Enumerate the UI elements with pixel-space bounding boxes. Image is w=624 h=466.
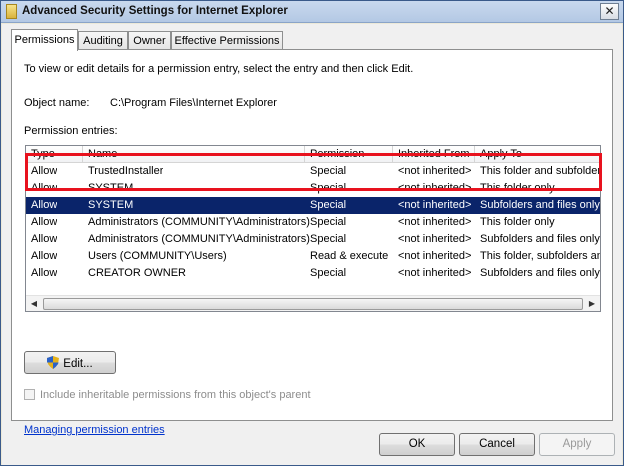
cell-inherited-from: <not inherited> (398, 233, 472, 245)
window-title: Advanced Security Settings for Internet … (22, 5, 288, 17)
cell-name: Users (COMMUNITY\Users) (88, 250, 227, 262)
dialog-window: Advanced Security Settings for Internet … (0, 0, 624, 466)
cell-apply-to: Subfolders and files only (480, 199, 600, 211)
close-button[interactable]: ✕ (600, 3, 619, 20)
column-header-inherited-from[interactable]: Inherited From (393, 146, 475, 163)
tab-owner[interactable]: Owner (128, 31, 171, 50)
cell-permission: Special (310, 233, 347, 245)
cell-apply-to: Subfolders and files only (480, 267, 600, 279)
cell-apply-to: This folder, subfolders and (480, 250, 601, 262)
column-header-name[interactable]: Name (83, 146, 305, 163)
list-header: Type Name Permission Inherited From Appl… (26, 146, 600, 163)
column-header-apply-to[interactable]: Apply To (475, 146, 600, 163)
cell-name: TrustedInstaller (88, 165, 164, 177)
inherit-permissions-label: Include inheritable permissions from thi… (40, 389, 311, 401)
table-row[interactable]: Allow CREATOR OWNER Special <not inherit… (26, 265, 600, 282)
cell-type: Allow (31, 233, 58, 245)
cell-type: Allow (31, 165, 58, 177)
cell-inherited-from: <not inherited> (398, 182, 472, 194)
permissions-panel: To view or edit details for a permission… (11, 49, 613, 436)
title-bar: Advanced Security Settings for Internet … (1, 1, 623, 23)
cell-apply-to: Subfolders and files only (480, 233, 600, 245)
scrollbar-thumb[interactable] (43, 298, 583, 310)
cell-permission: Special (310, 267, 347, 279)
scroll-right-arrow-icon[interactable]: ▶ (584, 296, 600, 311)
cell-name: SYSTEM (88, 199, 134, 211)
cancel-button[interactable]: Cancel (459, 433, 535, 456)
cell-permission: Special (310, 199, 347, 211)
object-name-value: C:\Program Files\Internet Explorer (110, 97, 277, 109)
cell-name: Administrators (COMMUNITY\Administrators… (88, 233, 310, 245)
tab-auditing[interactable]: Auditing (78, 31, 128, 50)
apply-button[interactable]: Apply (539, 433, 615, 456)
table-row[interactable]: Allow Users (COMMUNITY\Users) Read & exe… (26, 248, 601, 265)
table-row[interactable]: Allow Administrators (COMMUNITY\Administ… (26, 231, 600, 248)
inherit-permissions-checkbox[interactable] (24, 389, 35, 400)
cell-type: Allow (31, 216, 58, 228)
edit-button-label: Edit... (63, 358, 93, 370)
cell-apply-to: This folder only (480, 182, 555, 194)
cell-name: CREATOR OWNER (88, 267, 186, 279)
edit-button[interactable]: Edit... (24, 351, 116, 374)
tab-effective-permissions[interactable]: Effective Permissions (171, 31, 283, 50)
table-row-selected[interactable]: Allow SYSTEM Special <not inherited> Sub… (26, 197, 600, 214)
cell-name: SYSTEM (88, 182, 134, 194)
cell-apply-to: This folder only (480, 216, 555, 228)
dialog-client: Permissions Auditing Owner Effective Per… (2, 24, 622, 465)
cell-type: Allow (31, 199, 58, 211)
cell-type: Allow (31, 267, 58, 279)
permission-entries-list[interactable]: Type Name Permission Inherited From Appl… (25, 145, 601, 312)
table-row[interactable]: Allow Administrators (COMMUNITY\Administ… (26, 214, 600, 231)
cell-name: Administrators (COMMUNITY\Administrators… (88, 216, 310, 228)
horizontal-scrollbar[interactable]: ◀ ▶ (26, 295, 600, 311)
cell-inherited-from: <not inherited> (398, 165, 472, 177)
cell-inherited-from: <not inherited> (398, 250, 472, 262)
cell-inherited-from: <not inherited> (398, 267, 472, 279)
cell-apply-to: This folder and subfolders (480, 165, 601, 177)
uac-shield-icon (47, 356, 60, 369)
instruction-text: To view or edit details for a permission… (24, 63, 414, 75)
inherit-permissions-checkbox-row: Include inheritable permissions from thi… (24, 389, 311, 401)
cell-inherited-from: <not inherited> (398, 216, 472, 228)
cell-permission: Special (310, 165, 347, 177)
table-row[interactable]: Allow SYSTEM Special <not inherited> Thi… (26, 180, 600, 197)
managing-permission-entries-link[interactable]: Managing permission entries (24, 424, 165, 436)
scroll-left-arrow-icon[interactable]: ◀ (26, 296, 42, 311)
tab-permissions[interactable]: Permissions (11, 29, 78, 51)
ok-button[interactable]: OK (379, 433, 455, 456)
object-name-label: Object name: (24, 97, 90, 109)
cell-type: Allow (31, 250, 58, 262)
column-header-type[interactable]: Type (26, 146, 83, 163)
cell-permission: Read & execute (310, 250, 389, 262)
cell-inherited-from: <not inherited> (398, 199, 472, 211)
table-row[interactable]: Allow TrustedInstaller Special <not inhe… (26, 163, 601, 180)
permission-entries-label: Permission entries: (24, 125, 118, 137)
cell-type: Allow (31, 182, 58, 194)
cell-permission: Special (310, 182, 347, 194)
folder-icon (6, 4, 17, 19)
column-header-permission[interactable]: Permission (305, 146, 393, 163)
cell-permission: Special (310, 216, 347, 228)
